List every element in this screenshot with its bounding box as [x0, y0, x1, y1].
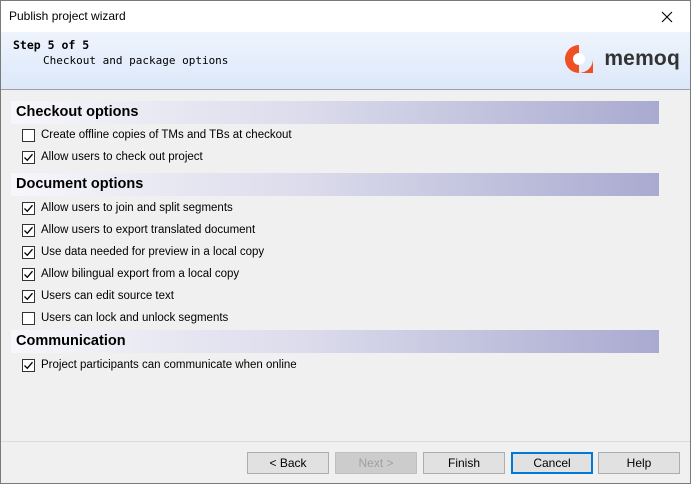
option-label: Use data needed for preview in a local c… [41, 246, 265, 258]
option-label: Project participants can communicate whe… [41, 359, 297, 371]
checkbox[interactable] [22, 223, 35, 237]
option-join-split[interactable]: Allow users to join and split segments [22, 199, 233, 217]
next-button[interactable]: Next > [335, 452, 417, 474]
checkbox[interactable] [22, 289, 35, 303]
checkbox[interactable] [22, 358, 35, 372]
option-label: Users can edit source text [41, 290, 174, 302]
section-header-checkout: Checkout options [11, 101, 659, 124]
memoq-logo-icon [565, 45, 594, 73]
checkmark-icon [24, 292, 33, 300]
option-bilingual-export[interactable]: Allow bilingual export from a local copy [22, 265, 239, 283]
section-title: Document options [16, 176, 144, 192]
checkmark-icon [24, 361, 33, 369]
help-button[interactable]: Help [598, 452, 680, 474]
title-bar: Publish project wizard [1, 1, 690, 32]
option-offline-copies[interactable]: Create offline copies of TMs and TBs at … [22, 126, 292, 144]
checkmark-icon [24, 204, 33, 212]
window-title: Publish project wizard [9, 9, 126, 23]
checkmark-icon [24, 270, 33, 278]
step-indicator: Step 5 of 5 [13, 38, 90, 52]
option-lock-segments[interactable]: Users can lock and unlock segments [22, 309, 228, 327]
option-label: Allow users to check out project [41, 151, 203, 163]
checkmark-icon [24, 226, 33, 234]
option-preview-data[interactable]: Use data needed for preview in a local c… [22, 243, 264, 261]
close-icon [661, 11, 673, 22]
option-communicate-online[interactable]: Project participants can communicate whe… [22, 356, 297, 374]
section-header-document: Document options [11, 173, 659, 196]
section-title: Communication [16, 333, 126, 349]
option-label: Users can lock and unlock segments [41, 312, 229, 324]
back-button[interactable]: < Back [247, 452, 329, 474]
section-header-communication: Communication [11, 330, 659, 353]
step-subtitle: Checkout and package options [43, 54, 229, 67]
close-button[interactable] [644, 1, 690, 32]
options-panel: Checkout options Create offline copies o… [1, 91, 690, 441]
cancel-button[interactable]: Cancel [511, 452, 593, 474]
checkbox[interactable] [22, 245, 35, 259]
wizard-header: Step 5 of 5 Checkout and package options… [1, 32, 690, 90]
memoq-logo: memoq [562, 42, 680, 76]
option-label: Allow bilingual export from a local copy [41, 268, 240, 280]
option-label: Create offline copies of TMs and TBs at … [41, 129, 292, 141]
checkbox[interactable] [22, 201, 35, 215]
checkbox[interactable] [22, 150, 35, 164]
option-allow-checkout[interactable]: Allow users to check out project [22, 148, 203, 166]
checkbox[interactable] [22, 311, 35, 325]
checkbox[interactable] [22, 267, 35, 281]
option-export-translated[interactable]: Allow users to export translated documen… [22, 221, 255, 239]
option-label: Allow users to join and split segments [41, 202, 233, 214]
option-label: Allow users to export translated documen… [41, 224, 256, 236]
finish-button[interactable]: Finish [423, 452, 505, 474]
publish-wizard-window: Publish project wizard Step 5 of 5 Check… [0, 0, 691, 484]
checkmark-icon [24, 248, 33, 256]
memoq-logo-text: memoq [604, 47, 680, 70]
checkbox[interactable] [22, 128, 35, 142]
checkmark-icon [24, 153, 33, 161]
section-title: Checkout options [16, 104, 139, 120]
footer-divider [1, 441, 690, 442]
option-edit-source[interactable]: Users can edit source text [22, 287, 174, 305]
